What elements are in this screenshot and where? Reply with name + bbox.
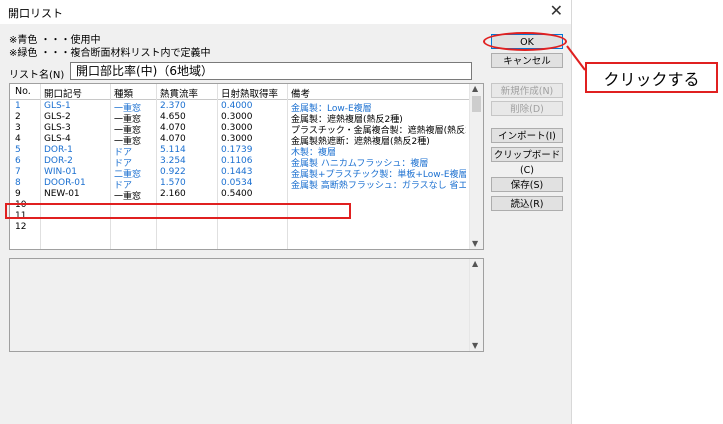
callout-leader-line [566, 45, 586, 71]
callout-box: クリックする [585, 62, 718, 93]
